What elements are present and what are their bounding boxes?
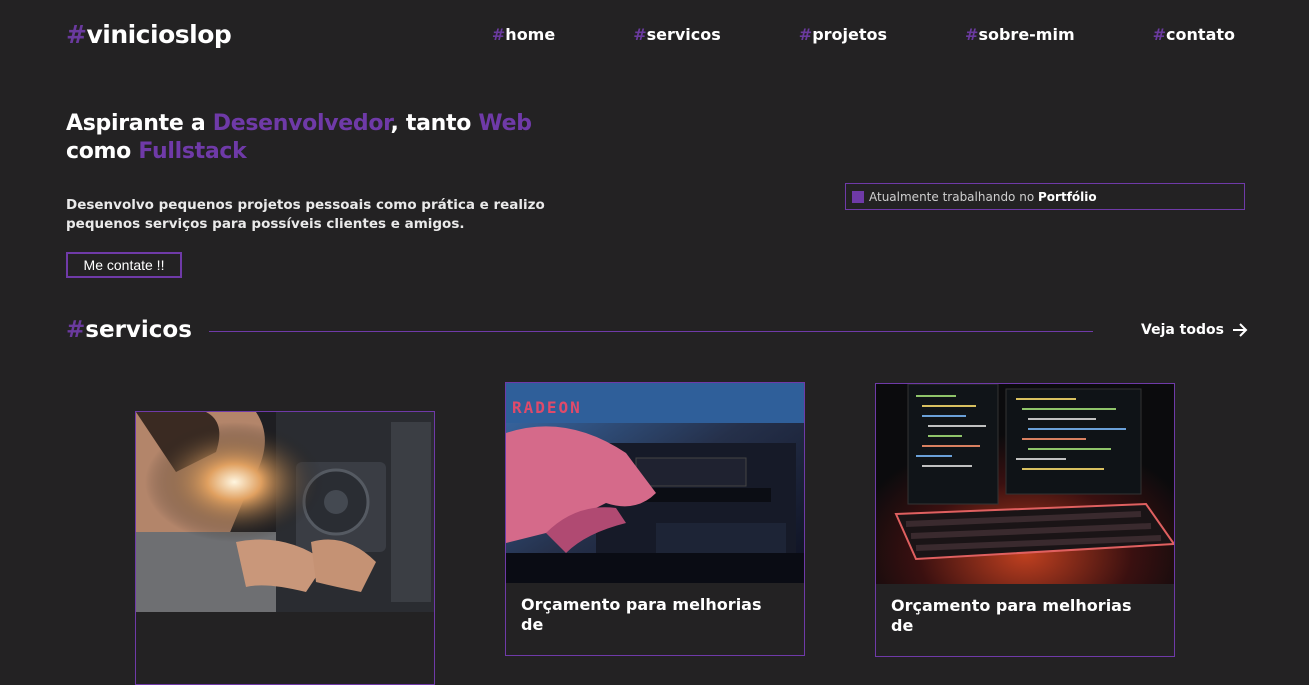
section-title-text: servicos [85, 317, 192, 343]
nav-hash: # [491, 25, 506, 44]
status-square-icon [852, 190, 864, 203]
card-title: Orçamento para melhorias de [521, 595, 762, 634]
see-all-label: Veja todos [1141, 322, 1224, 338]
nav-projetos[interactable]: #projetos [799, 25, 887, 44]
nav-contato[interactable]: #contato [1153, 25, 1235, 44]
nav-hash: # [1152, 25, 1167, 44]
nav-home[interactable]: #home [492, 25, 555, 44]
hero-title-text: , tanto [390, 111, 479, 136]
nav-hash: # [965, 25, 979, 44]
contact-button[interactable]: Me contate !! [66, 252, 182, 278]
hero-title-text: Aspirante a [66, 111, 213, 136]
arrow-right-icon [1232, 323, 1248, 337]
ssd-install-illustration: RADEON [506, 383, 804, 583]
nav-label: home [505, 25, 556, 44]
hero-description: Desenvolvo pequenos projetos pessoais co… [66, 197, 545, 232]
status-box: Atualmente trabalhando no Portfólio [845, 183, 1245, 210]
card-image [876, 384, 1174, 584]
hero-title-highlight: Fullstack [138, 139, 247, 164]
status-text: Atualmente trabalhando no [869, 189, 1035, 204]
card-title: Orçamento para melhorias de [891, 596, 1132, 635]
pc-repair-illustration [136, 412, 434, 612]
services-section-title: #servicos [66, 317, 192, 343]
nav-hash: # [633, 25, 647, 44]
code-monitor-illustration [876, 384, 1174, 584]
brand-name: vinicioslop [86, 20, 232, 49]
status-project: Portfólio [1038, 189, 1097, 204]
service-card[interactable]: RADEON Orçamento para melhorias de [505, 382, 805, 656]
hero-title-text: como [66, 139, 139, 164]
hero-title-highlight: Desenvolvedor [212, 111, 391, 136]
service-card[interactable]: Orçamento para melhorias de [875, 383, 1175, 657]
hero-title: Aspirante a Desenvolvedor, tanto Web com… [66, 110, 566, 166]
card-title [136, 612, 434, 684]
card-image: RADEON [506, 383, 804, 583]
nav-label: contato [1166, 25, 1235, 44]
see-all-link[interactable]: Veja todos [1141, 322, 1248, 338]
section-hash: # [66, 317, 86, 343]
nav-sobre-mim[interactable]: #sobre-mim [965, 25, 1075, 44]
card-image [136, 412, 434, 612]
nav-servicos[interactable]: #servicos [633, 25, 721, 44]
nav-label: sobre-mim [978, 25, 1075, 44]
svg-text:RADEON: RADEON [512, 398, 582, 417]
hero-title-highlight: Web [478, 111, 532, 136]
section-divider [209, 331, 1093, 332]
brand-logo[interactable]: #vinicioslop [66, 20, 232, 49]
service-card[interactable] [135, 411, 435, 685]
nav-label: servicos [646, 25, 721, 44]
main-nav: #home #servicos #projetos #sobre-mim #co… [492, 25, 1235, 44]
nav-hash: # [798, 25, 813, 44]
nav-label: projetos [812, 25, 888, 44]
brand-hash: # [66, 20, 87, 49]
